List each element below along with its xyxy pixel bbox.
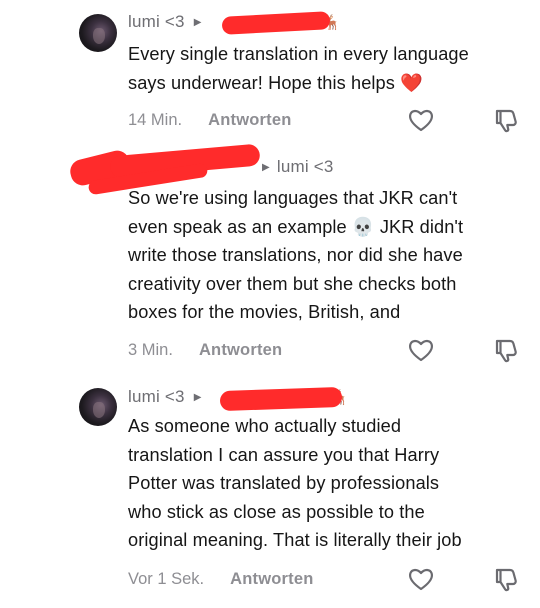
thumbs-down-icon[interactable]: [492, 336, 520, 364]
comment-meta: Vor 1 Sek. Antworten: [128, 567, 314, 591]
redaction-mark: [219, 386, 343, 412]
caret-right-icon: ▶: [193, 16, 202, 28]
timestamp: Vor 1 Sek.: [128, 569, 205, 588]
text-line: boxes for the movies, British, and: [128, 302, 401, 323]
username[interactable]: lumi <3: [128, 387, 185, 407]
thumbs-down-icon[interactable]: [492, 565, 520, 593]
text-line: Every single translation in every langua…: [128, 44, 469, 64]
reply-button[interactable]: Antworten: [208, 111, 291, 130]
reply-to-username[interactable]: lumi <3: [277, 157, 334, 177]
text-line: even speak as an example 💀 JKR didn't: [128, 216, 464, 237]
comment-meta: 3 Min. Antworten: [128, 338, 282, 362]
avatar[interactable]: [79, 14, 117, 52]
timestamp: 3 Min.: [128, 340, 173, 359]
comment-text: As someone who actually studied translat…: [128, 412, 523, 555]
text-line: write those translations, nor did she ha…: [128, 245, 463, 266]
text-line: creativity over them but she checks both: [128, 273, 457, 294]
text-line: As someone who actually studied: [128, 416, 402, 436]
thumbs-down-icon[interactable]: [492, 106, 520, 134]
text-line: So we're using languages that JKR can't: [128, 188, 458, 208]
text-line: who stick as close as possible to the: [128, 501, 425, 522]
timestamp: 14 Min.: [128, 110, 183, 129]
text-line: Potter was translated by professionals: [128, 473, 440, 494]
comment-text: So we're using languages that JKR can't …: [128, 184, 523, 327]
comment-text: Every single translation in every langua…: [128, 40, 523, 97]
reply-button[interactable]: Antworten: [199, 341, 282, 360]
caret-right-icon: ▶: [262, 161, 270, 173]
heart-outline-icon[interactable]: [407, 336, 435, 364]
heart-outline-icon[interactable]: [407, 106, 435, 134]
text-line: original meaning. That is literally thei…: [128, 530, 462, 551]
heart-outline-icon[interactable]: [407, 565, 435, 593]
text-line: translation I can assure you that Harry: [128, 444, 440, 465]
comment-header: ▶ lumi <3: [262, 155, 334, 179]
text-line: says underwear! Hope this helps ❤️: [128, 72, 423, 93]
reply-button[interactable]: Antworten: [230, 570, 313, 589]
caret-right-icon: ▶: [193, 391, 202, 403]
avatar[interactable]: [79, 388, 117, 426]
username[interactable]: lumi <3: [128, 12, 185, 32]
comment-meta: 14 Min. Antworten: [128, 108, 291, 132]
